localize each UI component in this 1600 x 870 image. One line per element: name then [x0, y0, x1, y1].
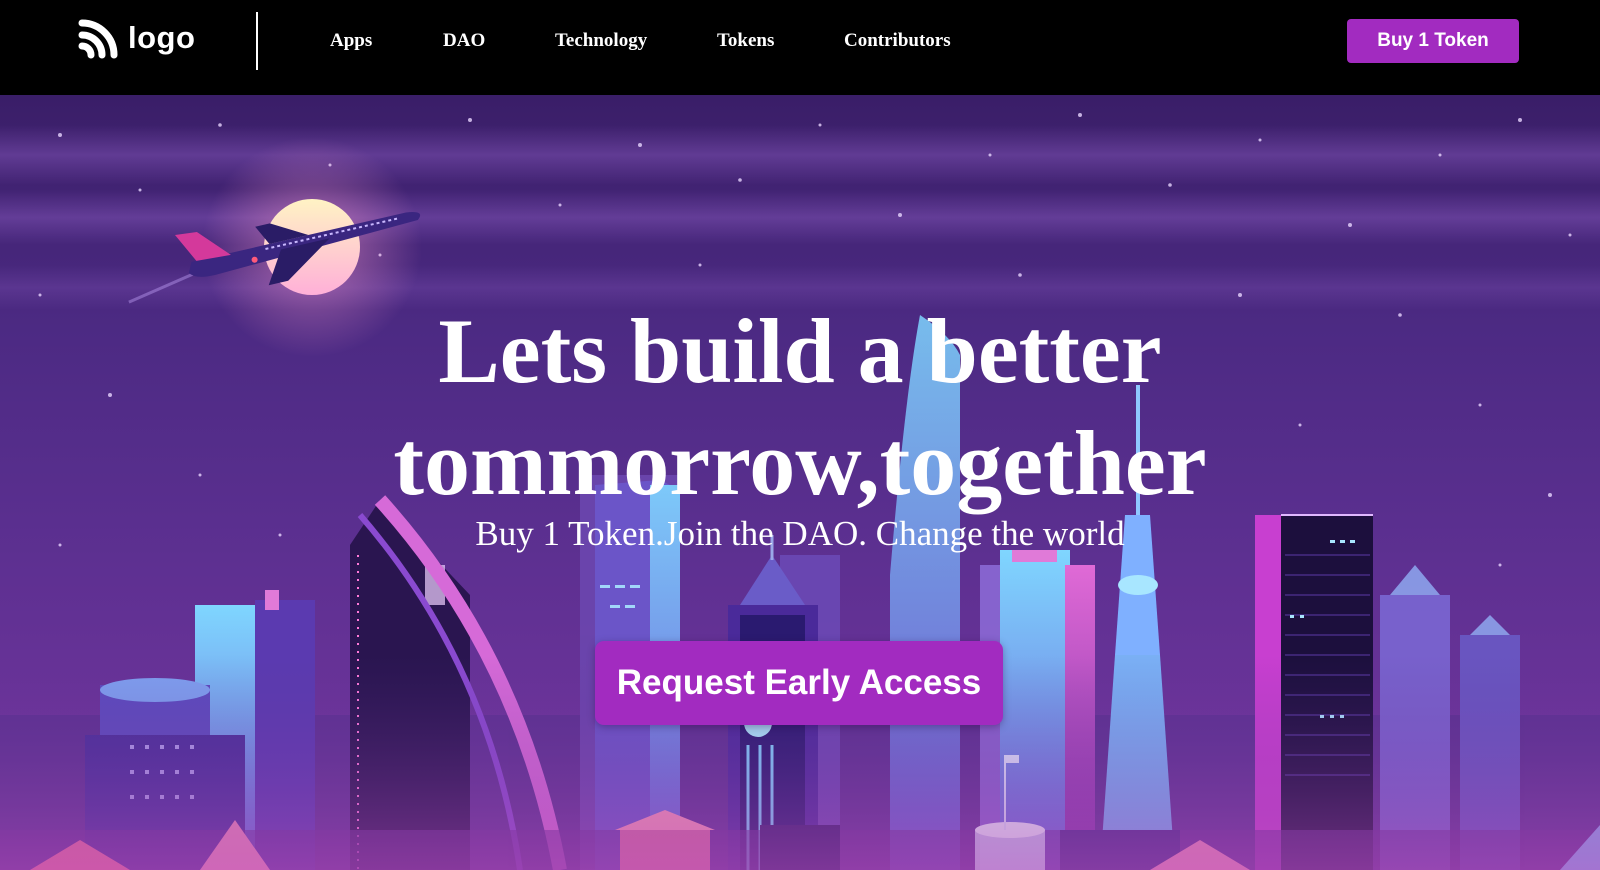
- top-navbar: logo Apps DAO Technology Tokens Contribu…: [0, 0, 1600, 95]
- hero-section: Lets build a better tommorrow,together B…: [0, 95, 1600, 870]
- nav-link-tokens[interactable]: Tokens: [717, 30, 774, 52]
- nav-divider: [256, 12, 258, 70]
- logo-text: logo: [128, 19, 196, 55]
- buy-token-button[interactable]: Buy 1 Token: [1347, 19, 1519, 63]
- nav-link-dao[interactable]: DAO: [443, 30, 485, 52]
- nav-link-technology[interactable]: Technology: [555, 30, 647, 52]
- logo[interactable]: logo: [78, 18, 195, 60]
- request-early-access-button[interactable]: Request Early Access: [595, 641, 1003, 725]
- hero-headline-line1: Lets build a better: [438, 300, 1162, 402]
- nav-link-contributors[interactable]: Contributors: [844, 30, 951, 52]
- nav-link-apps[interactable]: Apps: [330, 30, 372, 52]
- rss-feed-icon: [78, 19, 118, 59]
- hero-headline-line2: tommorrow,together: [393, 412, 1207, 514]
- hero-subheadline: Buy 1 Token.Join the DAO. Change the wor…: [475, 514, 1125, 553]
